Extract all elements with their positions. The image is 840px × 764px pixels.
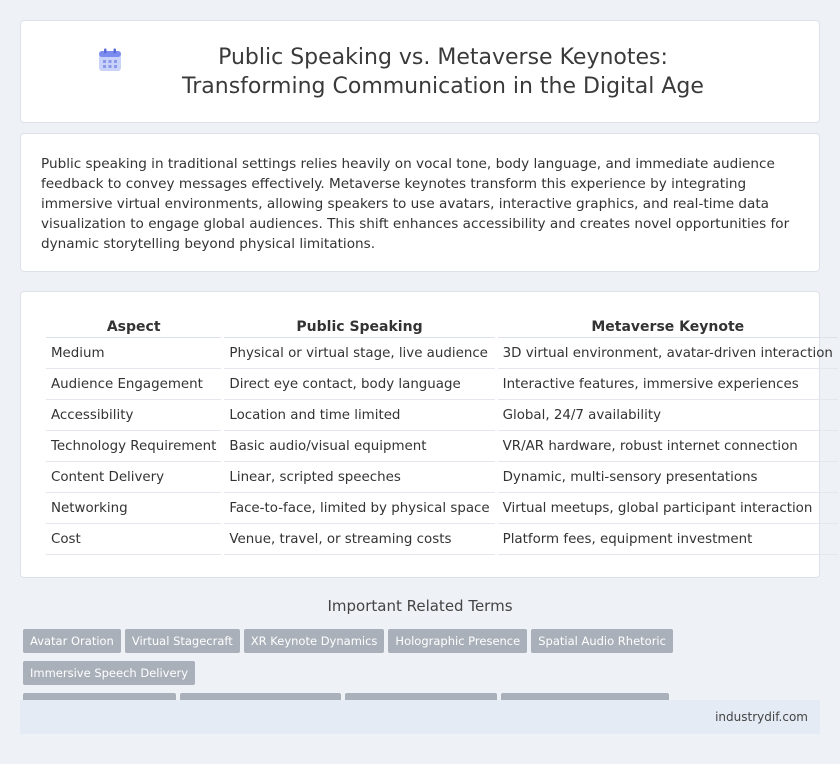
table-row: Networking Face-to-face, limited by phys… [46, 493, 838, 524]
table-cell: Basic audio/visual equipment [224, 431, 495, 462]
table-row: Audience Engagement Direct eye contact, … [46, 369, 838, 400]
header-metaverse-keynote: Metaverse Keynote [497, 314, 838, 338]
table-cell: Location and time limited [224, 400, 495, 431]
tag-holographic-presence[interactable]: Holographic Presence [388, 629, 528, 653]
table-cell: Content Delivery [46, 462, 222, 493]
table-cell: VR/AR hardware, robust internet connecti… [497, 431, 838, 462]
tag-avatar-oration[interactable]: Avatar Oration [23, 629, 121, 653]
table-cell: Linear, scripted speeches [224, 462, 495, 493]
table-row: Accessibility Location and time limited … [46, 400, 838, 431]
intro-card: Public speaking in traditional settings … [20, 133, 820, 272]
tag-xr-keynote-dynamics[interactable]: XR Keynote Dynamics [243, 629, 385, 653]
header-public-speaking: Public Speaking [224, 314, 495, 338]
table-cell: Medium [46, 338, 222, 369]
page-title: Public Speaking vs. Metaverse Keynotes: … [182, 44, 704, 99]
table-cell: Physical or virtual stage, live audience [224, 338, 495, 369]
tag-immersive-speech-delivery[interactable]: Immersive Speech Delivery [23, 661, 196, 685]
table-row: Technology Requirement Basic audio/visua… [46, 431, 838, 462]
tag-virtual-stagecraft[interactable]: Virtual Stagecraft [124, 629, 240, 653]
footer: industrydif.com [20, 700, 820, 734]
header-aspect: Aspect [46, 314, 222, 338]
table-cell: Audience Engagement [46, 369, 222, 400]
table-cell: Networking [46, 493, 222, 524]
calendar-icon [97, 43, 143, 77]
table-cell: Accessibility [46, 400, 222, 431]
table-header-row: Aspect Public Speaking Metaverse Keynote [46, 314, 838, 338]
table-cell: Platform fees, equipment investment [497, 524, 838, 555]
table-row: Cost Venue, travel, or streaming costs P… [46, 524, 838, 555]
table-cell: Technology Requirement [46, 431, 222, 462]
table-cell: Venue, travel, or streaming costs [224, 524, 495, 555]
table-cell: 3D virtual environment, avatar-driven in… [497, 338, 838, 369]
table-row: Content Delivery Linear, scripted speech… [46, 462, 838, 493]
intro-paragraph: Public speaking in traditional settings … [41, 156, 790, 252]
table-cell: Face-to-face, limited by physical space [224, 493, 495, 524]
comparison-card: Aspect Public Speaking Metaverse Keynote… [20, 291, 838, 578]
table-cell: Interactive features, immersive experien… [497, 369, 838, 400]
table-row: Medium Physical or virtual stage, live a… [46, 338, 838, 369]
related-terms-title: Important Related Terms [327, 597, 513, 615]
tag-spatial-audio-rhetoric[interactable]: Spatial Audio Rhetoric [531, 629, 673, 653]
footer-site-link[interactable]: industrydif.com [715, 710, 808, 724]
table-cell: Virtual meetups, global participant inte… [497, 493, 838, 524]
table-cell: Direct eye contact, body language [224, 369, 495, 400]
table-cell: Cost [46, 524, 222, 555]
table-cell: Global, 24/7 availability [497, 400, 838, 431]
header-card: Public Speaking vs. Metaverse Keynotes: … [20, 20, 820, 123]
comparison-table: Aspect Public Speaking Metaverse Keynote… [43, 314, 840, 555]
table-cell: Dynamic, multi-sensory presentations [497, 462, 838, 493]
